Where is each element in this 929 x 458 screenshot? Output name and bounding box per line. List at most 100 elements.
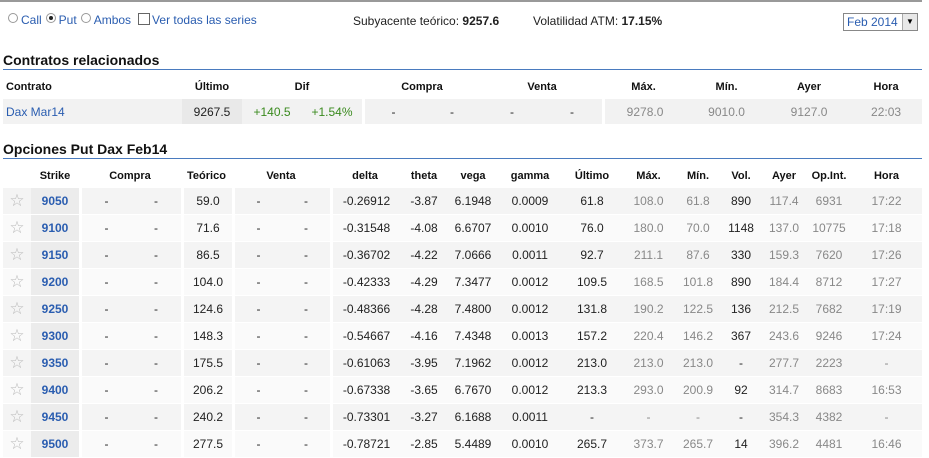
vega-cell: 7.4348	[448, 323, 499, 350]
teorico-cell: 59.0	[181, 188, 232, 215]
vol-cell: -	[721, 404, 762, 431]
teorico-cell: 240.2	[181, 404, 232, 431]
star-icon[interactable]: ☆	[3, 377, 31, 404]
compra-cell: -	[131, 215, 181, 242]
hora-cell: 17:26	[851, 242, 923, 269]
ayer-cell: 137.0	[761, 215, 808, 242]
hora-cell: 17:27	[851, 269, 923, 296]
star-icon[interactable]: ☆	[3, 269, 31, 296]
ver-todas-checkbox[interactable]	[138, 13, 151, 25]
col-compra: Compra	[109, 169, 151, 182]
strike-cell[interactable]: 9250	[31, 296, 79, 323]
series-filter: Call Put Ambos Ver todas las series	[6, 13, 257, 27]
compra-cell: -	[362, 99, 423, 124]
star-icon[interactable]: ☆	[3, 296, 31, 323]
teorico-cell: 175.5	[181, 350, 232, 377]
strike-cell[interactable]: 9400	[31, 377, 79, 404]
gamma-cell: 0.0012	[498, 269, 563, 296]
star-icon[interactable]: ☆	[3, 431, 31, 458]
radio-ambos[interactable]	[80, 13, 91, 23]
star-icon[interactable]: ☆	[3, 350, 31, 377]
hora-cell: 16:46	[851, 431, 923, 458]
vega-cell: 6.1948	[448, 188, 499, 215]
compra-cell: -	[131, 188, 181, 215]
star-icon[interactable]: ☆	[3, 323, 31, 350]
option-row[interactable]: ☆ 9450- -240.2- - -0.73301 -3.27 6.1688 0.0011-…	[3, 404, 923, 431]
vega-cell: 6.6707	[448, 215, 499, 242]
col-ayer: Ayer	[797, 80, 822, 93]
strike-cell[interactable]: 9200	[31, 269, 79, 296]
star-icon[interactable]: ☆	[3, 188, 31, 215]
ayer-cell: 277.7	[761, 350, 808, 377]
gamma-cell: 0.0013	[498, 323, 563, 350]
max-cell: 108.0	[622, 188, 676, 215]
max-cell: -	[622, 404, 676, 431]
expiry-select[interactable]: Feb 2014 ▼	[843, 13, 918, 31]
compra-cell: -	[131, 431, 181, 458]
col-max: Máx.	[636, 169, 661, 182]
volatilidad-info: Volatilidad ATM: 17.15%	[533, 14, 662, 28]
col-theta: theta	[410, 169, 438, 182]
star-icon[interactable]: ☆	[3, 404, 31, 431]
option-row[interactable]: ☆ 9050- -59.0- - -0.26912 -3.87 6.1948 0.0009 61…	[3, 188, 923, 215]
theta-cell: -2.85	[400, 431, 449, 458]
option-row[interactable]: ☆ 9100- -71.6- - -0.31548 -4.08 6.6707 0.0010 76…	[3, 215, 923, 242]
radio-call[interactable]	[8, 13, 18, 23]
radio-ambos-label[interactable]: Ambos	[94, 13, 131, 27]
related-header-row: Contrato Último Dif Compra Venta Máx. Mí…	[3, 74, 922, 99]
contract-link[interactable]: Dax Mar14	[3, 99, 182, 124]
option-row[interactable]: ☆ 9350- -175.5- - -0.61063 -3.95 7.1962 0.0012 2…	[3, 350, 923, 377]
opint-cell: 6931	[807, 188, 852, 215]
min-cell: 101.8	[675, 269, 722, 296]
min-cell: 265.7	[675, 431, 722, 458]
star-icon[interactable]: ☆	[3, 242, 31, 269]
delta-cell: -0.61063	[330, 350, 401, 377]
chevron-down-icon[interactable]: ▼	[902, 14, 917, 30]
radio-put-label[interactable]: Put	[59, 13, 77, 27]
compra-cell: -	[79, 296, 131, 323]
strike-cell[interactable]: 9450	[31, 404, 79, 431]
min-cell: 146.2	[675, 323, 722, 350]
min-cell: 61.8	[675, 188, 722, 215]
max-cell: 190.2	[622, 296, 676, 323]
star-icon[interactable]: ☆	[3, 215, 31, 242]
strike-cell[interactable]: 9350	[31, 350, 79, 377]
radio-put[interactable]	[45, 13, 56, 23]
compra-cell: -	[131, 269, 181, 296]
option-row[interactable]: ☆ 9500- -277.5- - -0.78721 -2.85 5.4489 0.0010 2…	[3, 431, 923, 458]
related-title: Contratos relacionados	[3, 52, 922, 70]
delta-cell: -0.26912	[330, 188, 401, 215]
col-teorico: Teórico	[187, 169, 226, 182]
option-row[interactable]: ☆ 9150- -86.5- - -0.36702 -4.22 7.0666 0.0011 92…	[3, 242, 923, 269]
compra-cell: -	[79, 188, 131, 215]
vol-cell: 14	[721, 431, 762, 458]
col-ayer: Ayer	[771, 169, 797, 182]
ver-todas-label[interactable]: Ver todas las series	[152, 13, 257, 27]
venta-cell: -	[282, 431, 331, 458]
strike-cell[interactable]: 9500	[31, 431, 79, 458]
strike-cell[interactable]: 9300	[31, 323, 79, 350]
ayer-cell: 314.7	[761, 377, 808, 404]
options-table: Strike Compra Teórico Venta delta theta vega ga…	[3, 163, 923, 458]
compra-cell: -	[79, 350, 131, 377]
option-row[interactable]: ☆ 9400- -206.2- - -0.67338 -3.65 6.7670 0.0012 2…	[3, 377, 923, 404]
gamma-cell: 0.0010	[498, 215, 563, 242]
venta-cell: -	[232, 323, 282, 350]
venta-cell: -	[232, 377, 282, 404]
opint-cell: 2223	[807, 350, 852, 377]
option-row[interactable]: ☆ 9250- -124.6- - -0.48366 -4.28 7.4800 0.0012 1…	[3, 296, 923, 323]
option-row[interactable]: ☆ 9200- -104.0- - -0.42333 -4.29 7.3477 0.0012 1…	[3, 269, 923, 296]
venta-cell: -	[232, 215, 282, 242]
radio-call-label[interactable]: Call	[21, 13, 42, 27]
strike-cell[interactable]: 9050	[31, 188, 79, 215]
ayer-cell: 354.3	[761, 404, 808, 431]
option-row[interactable]: ☆ 9300- -148.3- - -0.54667 -4.16 7.4348 0.0013 1…	[3, 323, 923, 350]
ayer-cell: 9127.0	[768, 99, 851, 124]
vol-cell: -	[721, 350, 762, 377]
gamma-cell: 0.0010	[498, 431, 563, 458]
strike-cell[interactable]: 9100	[31, 215, 79, 242]
max-cell: 373.7	[622, 431, 676, 458]
min-cell: -	[675, 404, 722, 431]
strike-cell[interactable]: 9150	[31, 242, 79, 269]
vega-cell: 7.3477	[448, 269, 499, 296]
